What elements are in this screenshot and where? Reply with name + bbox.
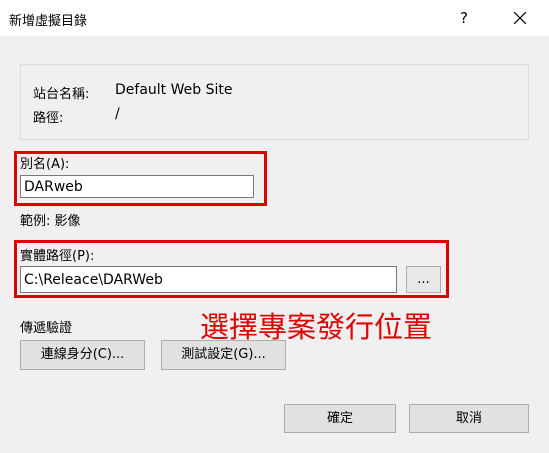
- site-info-panel: 站台名稱: Default Web Site 路徑: /: [20, 64, 529, 140]
- pass-through-auth-label: 傳遞驗證: [20, 321, 73, 336]
- site-name-value: Default Web Site: [115, 82, 233, 98]
- window-title: 新增虛擬目錄: [9, 14, 88, 29]
- physical-path-highlight-box: [14, 240, 449, 298]
- alias-highlight-box: [14, 151, 267, 206]
- site-name-label: 站台名稱:: [33, 87, 90, 102]
- alias-example: 範例: 影像: [20, 214, 81, 229]
- cancel-button[interactable]: 取消: [409, 404, 529, 433]
- test-settings-button[interactable]: 測試設定(G)...: [161, 340, 286, 370]
- site-path-value: /: [115, 106, 120, 122]
- ok-button[interactable]: 確定: [284, 404, 396, 433]
- close-button[interactable]: [500, 4, 540, 32]
- title-bar: 新增虛擬目錄 ?: [0, 0, 549, 36]
- help-button[interactable]: ?: [446, 4, 482, 32]
- connect-as-button[interactable]: 連線身分(C)...: [20, 340, 145, 370]
- close-icon: [514, 12, 526, 24]
- site-path-label: 路徑:: [33, 111, 64, 126]
